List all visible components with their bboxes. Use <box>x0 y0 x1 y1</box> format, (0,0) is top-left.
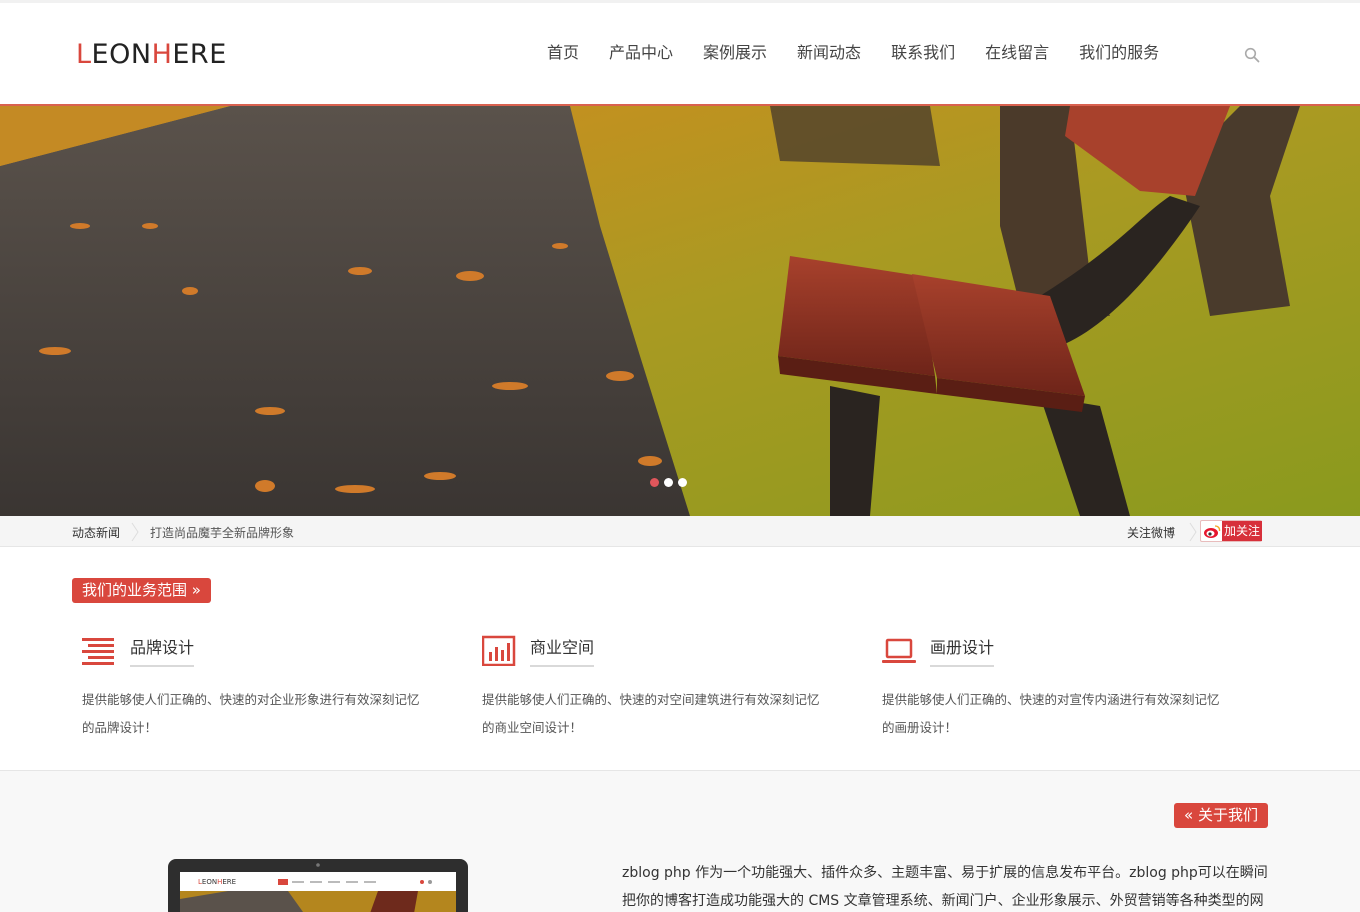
logo-letter-l: L <box>76 39 92 70</box>
service-name: 商业空间 <box>530 638 595 657</box>
svg-text:LEONHERE: LEONHERE <box>198 878 236 886</box>
about-us-button[interactable]: « 关于我们 <box>1174 803 1268 828</box>
slider-dot-2[interactable] <box>664 478 673 487</box>
main-nav: 首页 产品中心 案例展示 新闻动态 联系我们 在线留言 我们的服务 <box>532 40 1174 66</box>
service-name: 画册设计 <box>930 638 995 657</box>
service-underline <box>130 665 194 667</box>
site-header: LEONHERE 首页 产品中心 案例展示 新闻动态 联系我们 在线留言 我们的… <box>0 3 1360 104</box>
laptop-icon <box>882 638 916 663</box>
logo-text-ere: ERE <box>172 39 227 70</box>
nav-item-services[interactable]: 我们的服务 <box>1064 40 1174 66</box>
service-description: 提供能够使人们正确的、快速的对宣传内涵进行有效深刻记忆的画册设计！ <box>882 692 1220 735</box>
nav-item-message[interactable]: 在线留言 <box>970 40 1064 66</box>
slider-dot-1[interactable] <box>650 478 659 487</box>
hero-banner <box>0 106 1360 516</box>
bar-chart-icon <box>482 635 516 666</box>
about-description: zblog php 作为一个功能强大、插件众多、主题丰富、易于扩展的信息发布平台… <box>622 865 1268 909</box>
service-description: 提供能够使人们正确的、快速的对空间建筑进行有效深刻记忆的商业空间设计！ <box>482 692 820 735</box>
logo-letter-h: H <box>151 39 173 70</box>
service-underline <box>930 665 994 667</box>
banner-image <box>0 106 1360 516</box>
follow-weibo-label: 关注微博 <box>1127 526 1176 540</box>
laptop-preview-image: LEONHERE <box>168 859 468 912</box>
chevron-right-icon <box>131 522 139 542</box>
chevron-right-icon <box>1189 522 1197 542</box>
search-icon[interactable] <box>1244 47 1260 63</box>
nav-item-cases[interactable]: 案例展示 <box>688 40 782 66</box>
nav-item-news[interactable]: 新闻动态 <box>782 40 876 66</box>
ticker-headline[interactable]: 打造尚品魔芋全新品牌形象 <box>150 524 294 541</box>
site-logo[interactable]: LEONHERE <box>76 39 227 70</box>
nav-item-contact[interactable]: 联系我们 <box>876 40 970 66</box>
list-lines-icon <box>82 638 114 665</box>
service-name: 品牌设计 <box>130 638 195 657</box>
services-section-title[interactable]: 我们的业务范围 » <box>72 578 211 603</box>
weibo-follow-button[interactable]: 加关注 <box>1200 520 1262 542</box>
slider-dot-3[interactable] <box>678 478 687 487</box>
weibo-follow-label: 加关注 <box>1222 521 1262 541</box>
service-underline <box>530 665 594 667</box>
ticker-label: 动态新闻 <box>72 526 121 540</box>
nav-item-products[interactable]: 产品中心 <box>594 40 688 66</box>
service-description: 提供能够使人们正确的、快速的对企业形象进行有效深刻记忆的品牌设计！ <box>82 692 420 735</box>
weibo-icon <box>1204 525 1221 538</box>
news-ticker: 动态新闻 打造尚品魔芋全新品牌形象 关注微博 <box>0 516 1360 547</box>
logo-text-eon: EON <box>91 39 152 70</box>
nav-item-home[interactable]: 首页 <box>532 40 594 66</box>
about-section: « 关于我们 LEONHERE zblog php 作为一个功能强大、插件众多、… <box>0 770 1360 912</box>
slider-dots <box>650 478 687 487</box>
